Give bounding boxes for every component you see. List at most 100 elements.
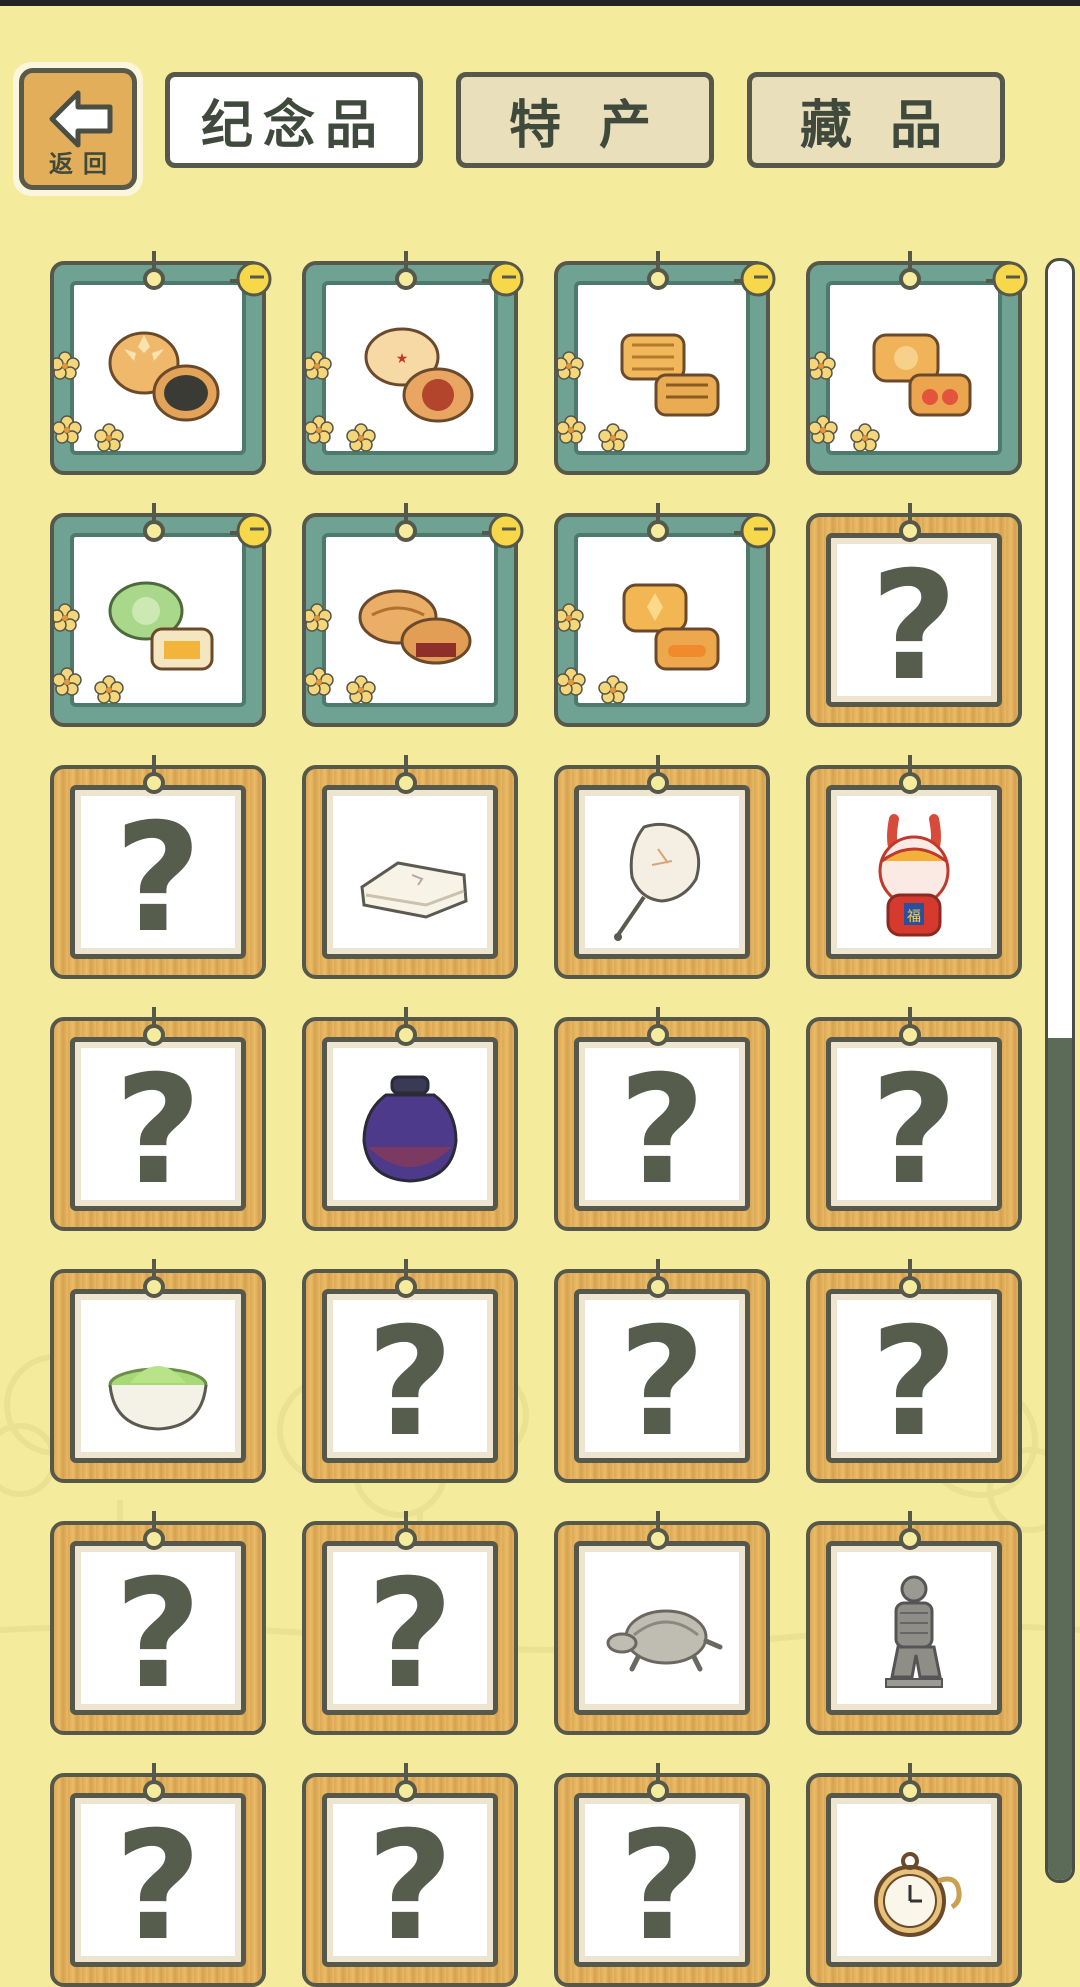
item-card-porcelain-jar[interactable] — [302, 1007, 522, 1231]
hanging-hook-icon — [647, 251, 669, 290]
item-card-terracotta-warrior[interactable] — [806, 1511, 1026, 1735]
item-card-mooncake-red-bean[interactable] — [302, 503, 524, 727]
mooncake-egg-yolk-icon — [872, 333, 972, 417]
item-card-unknown[interactable]: ? — [806, 1259, 1026, 1483]
item-card-folded-cloth[interactable] — [302, 755, 522, 979]
item-card-unknown[interactable]: ? — [50, 1007, 270, 1231]
osmanthus-flower-icon — [558, 603, 584, 632]
osmanthus-flower-icon — [306, 603, 332, 632]
mooncake-green-lotus-icon — [108, 581, 214, 671]
svg-text:福: 福 — [907, 909, 921, 925]
item-card-unknown[interactable]: ? — [806, 503, 1026, 727]
hanging-hook-icon — [899, 1511, 921, 1550]
question-mark-icon: ? — [870, 1296, 958, 1470]
mooncake-red-stamp-icon: ★ — [364, 327, 474, 423]
tab-souvenirs[interactable]: 纪念品 — [165, 72, 423, 168]
question-mark-icon: ? — [366, 1800, 454, 1974]
item-card-unknown[interactable]: ? — [554, 1763, 774, 1987]
item-card-unknown[interactable]: ? — [50, 1511, 270, 1735]
osmanthus-flower-icon — [54, 667, 82, 696]
question-mark-icon: ? — [618, 1800, 706, 1974]
pocket-watch-icon — [874, 1852, 962, 1937]
hanging-hook-icon — [395, 1763, 417, 1802]
hanging-hook-icon — [143, 251, 165, 290]
rabbit-figurine-icon: 福 — [878, 814, 950, 937]
matcha-bowl-icon — [108, 1366, 208, 1431]
hanging-hook-icon — [143, 503, 165, 542]
hanging-hook-icon — [395, 1259, 417, 1298]
item-card-unknown[interactable]: ? — [302, 1259, 522, 1483]
hanging-hook-icon — [395, 1511, 417, 1550]
item-card-unknown[interactable]: ? — [50, 755, 270, 979]
hanging-hook-icon — [899, 1007, 921, 1046]
mooncake-red-bean-icon — [358, 589, 472, 665]
osmanthus-flower-icon — [810, 415, 838, 444]
osmanthus-flower-icon — [54, 351, 80, 380]
moon-ornament-icon — [482, 261, 524, 297]
hanging-hook-icon — [143, 755, 165, 794]
hanging-hook-icon — [899, 755, 921, 794]
osmanthus-flower-icon — [598, 675, 628, 704]
hanging-hook-icon — [647, 503, 669, 542]
osmanthus-flower-icon — [54, 415, 82, 444]
back-button-label: 返回 — [49, 150, 117, 178]
item-card-unknown[interactable]: ? — [554, 1259, 774, 1483]
hanging-hook-icon — [395, 1007, 417, 1046]
moon-ornament-icon — [734, 513, 776, 549]
stone-turtle-icon — [606, 1609, 723, 1672]
item-card-silk-fan[interactable] — [554, 755, 774, 979]
item-card-mooncake-egg-yolk[interactable] — [806, 251, 1028, 475]
moon-ornament-icon — [230, 261, 272, 297]
mooncake-flower-icon — [622, 583, 720, 671]
osmanthus-flower-icon — [558, 667, 586, 696]
porcelain-jar-icon — [362, 1075, 458, 1183]
back-button-face: 返回 — [19, 68, 137, 190]
osmanthus-flower-icon — [558, 351, 584, 380]
tab-collectibles[interactable]: 藏 品 — [747, 72, 1005, 168]
question-mark-icon: ? — [618, 1044, 706, 1218]
item-card-unknown[interactable]: ? — [50, 1763, 270, 1987]
hanging-hook-icon — [143, 1763, 165, 1802]
hanging-hook-icon — [395, 503, 417, 542]
item-card-mooncake-green-lotus[interactable] — [50, 503, 272, 727]
item-card-unknown[interactable]: ? — [302, 1763, 522, 1987]
item-card-matcha-bowl[interactable] — [50, 1259, 270, 1483]
mooncake-pattern-icon — [620, 333, 720, 417]
mooncake-sesame-icon — [108, 331, 220, 422]
silk-fan-icon — [614, 822, 701, 941]
back-button[interactable]: 返回 — [13, 62, 143, 196]
osmanthus-flower-icon — [94, 423, 124, 452]
terracotta-warrior-icon — [885, 1575, 943, 1688]
tab-specialties[interactable]: 特 产 — [456, 72, 714, 168]
scrollbar[interactable] — [1045, 258, 1075, 1883]
item-card-rabbit-figurine[interactable]: 福 — [806, 755, 1026, 979]
hanging-hook-icon — [899, 1259, 921, 1298]
osmanthus-flower-icon — [306, 667, 334, 696]
hanging-hook-icon — [143, 1259, 165, 1298]
hanging-hook-icon — [647, 1763, 669, 1802]
hanging-hook-icon — [647, 1007, 669, 1046]
item-card-mooncake-red-stamp[interactable]: ★ — [302, 251, 524, 475]
item-card-unknown[interactable]: ? — [554, 1007, 774, 1231]
item-card-unknown[interactable]: ? — [302, 1511, 522, 1735]
hanging-hook-icon — [647, 1511, 669, 1550]
item-card-mooncake-sesame[interactable] — [50, 251, 272, 475]
item-card-mooncake-flower[interactable] — [554, 503, 776, 727]
hanging-hook-icon — [143, 1007, 165, 1046]
scrollbar-thumb[interactable] — [1048, 1038, 1072, 1880]
question-mark-icon: ? — [618, 1296, 706, 1470]
item-card-mooncake-pattern[interactable] — [554, 251, 776, 475]
question-mark-icon: ? — [870, 1044, 958, 1218]
hanging-hook-icon — [899, 503, 921, 542]
osmanthus-flower-icon — [850, 423, 880, 452]
osmanthus-flower-icon — [346, 423, 376, 452]
hanging-hook-icon — [899, 251, 921, 290]
hanging-hook-icon — [899, 1763, 921, 1802]
item-card-unknown[interactable]: ? — [806, 1007, 1026, 1231]
osmanthus-flower-icon — [54, 603, 80, 632]
top-edge — [0, 0, 1080, 6]
question-mark-icon: ? — [366, 1296, 454, 1470]
osmanthus-flower-icon — [346, 675, 376, 704]
item-card-pocket-watch[interactable] — [806, 1763, 1026, 1987]
item-card-stone-turtle[interactable] — [554, 1511, 774, 1735]
